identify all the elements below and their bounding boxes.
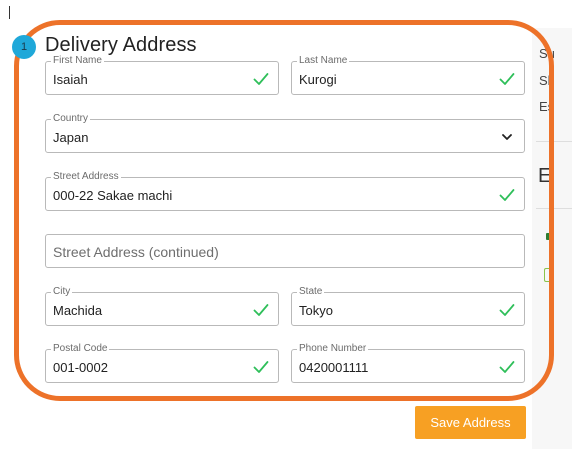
last-name-label: Last Name (297, 55, 350, 67)
step-number-badge: 1 (12, 35, 36, 59)
street-address-field[interactable]: Street Address 000-22 Sakae machi (45, 171, 525, 211)
last-name-value: Kurogi (299, 72, 337, 87)
phone-number-label: Phone Number (297, 343, 369, 355)
state-field[interactable]: State Tokyo (291, 286, 525, 326)
postal-code-label: Postal Code (51, 343, 110, 355)
city-field[interactable]: City Machida (45, 286, 279, 326)
city-value: Machida (53, 303, 103, 318)
country-value: Japan (53, 130, 89, 145)
check-icon (499, 189, 515, 201)
last-name-field[interactable]: Last Name Kurogi (291, 55, 525, 95)
summary-text-2: Sh (539, 73, 555, 88)
first-name-value: Isaiah (53, 72, 88, 87)
check-icon (253, 304, 269, 316)
save-address-button[interactable]: Save Address (415, 406, 526, 439)
country-select[interactable]: Country Japan (45, 113, 525, 153)
street-address-label: Street Address (51, 171, 121, 183)
checkbox-icon[interactable] (544, 268, 550, 282)
phone-number-value: 0420001111 (299, 360, 369, 375)
street-address-continued-field[interactable]: Street Address (continued) (45, 234, 525, 268)
check-icon (499, 73, 515, 85)
check-icon (499, 304, 515, 316)
summary-text-3: Es (539, 99, 555, 114)
first-name-label: First Name (51, 55, 104, 67)
check-icon (253, 361, 269, 373)
check-icon (499, 361, 515, 373)
summary-text-1: Su (539, 46, 555, 61)
postal-code-field[interactable]: Postal Code 001-0002 (45, 343, 279, 383)
phone-number-field[interactable]: Phone Number 0420001111 (291, 343, 525, 383)
order-summary-panel: Su Sh Es E (532, 28, 572, 449)
street-address-value: 000-22 Sakae machi (53, 188, 173, 203)
summary-divider (536, 141, 572, 142)
country-label: Country (51, 113, 91, 125)
status-dot-icon (546, 233, 550, 240)
text-cursor (9, 6, 10, 19)
check-icon (253, 73, 269, 85)
state-label: State (297, 286, 325, 298)
chevron-down-icon[interactable] (501, 131, 513, 143)
state-value: Tokyo (299, 303, 333, 318)
street-address-continued-placeholder: Street Address (continued) (53, 244, 219, 260)
city-label: City (51, 286, 73, 298)
first-name-field[interactable]: First Name Isaiah (45, 55, 279, 95)
summary-divider (536, 208, 572, 209)
summary-heading: E (538, 165, 552, 187)
section-title: Delivery Address (45, 34, 197, 56)
postal-code-value: 001-0002 (53, 360, 108, 375)
